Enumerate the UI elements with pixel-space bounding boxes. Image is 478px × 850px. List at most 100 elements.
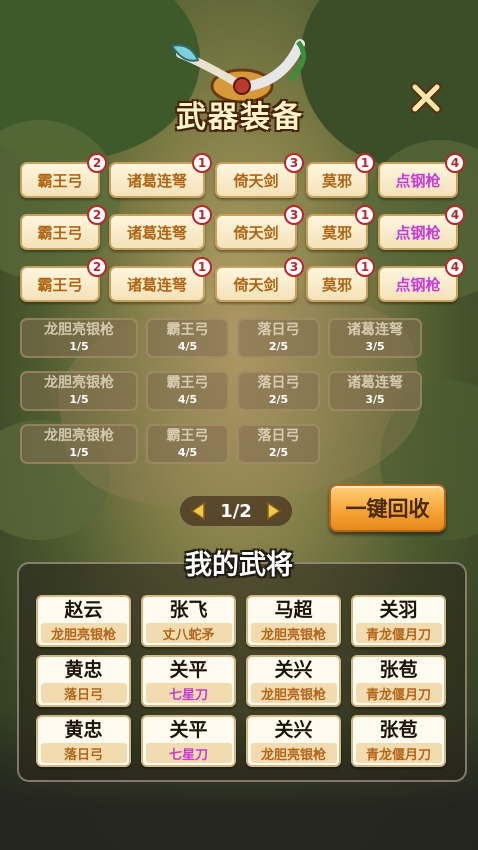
general-card[interactable]: 赵云 龙胆亮银枪 bbox=[36, 595, 131, 647]
equipped-weapon-slot[interactable]: 霸王弓 2 bbox=[20, 257, 107, 302]
inventory-weapon-item[interactable]: 霸王弓 4/5 bbox=[146, 318, 229, 358]
general-name: 张苞 bbox=[379, 659, 418, 681]
inventory-weapon-count: 4/5 bbox=[177, 339, 198, 353]
inventory-weapon-count: 1/5 bbox=[69, 339, 89, 353]
page-indicator: 1/2 bbox=[220, 500, 252, 522]
equipped-weapon-slot[interactable]: 莫邪 1 bbox=[306, 205, 375, 250]
equipped-weapon-slot[interactable]: 点钢枪 4 bbox=[378, 257, 465, 302]
inventory-weapon-item[interactable]: 诸葛连弩 3/5 bbox=[328, 371, 422, 411]
inventory-weapon-name: 龙胆亮银枪 bbox=[44, 428, 114, 445]
general-card[interactable]: 黄忠 落日弓 bbox=[36, 655, 131, 707]
weapon-level-badge: 4 bbox=[445, 205, 465, 225]
weapon-level-badge: 2 bbox=[87, 205, 107, 225]
general-weapon: 青龙偃月刀 bbox=[355, 623, 442, 643]
inventory-weapon-item[interactable]: 龙胆亮银枪 1/5 bbox=[20, 371, 138, 411]
weapon-level-badge: 1 bbox=[192, 153, 212, 173]
close-button[interactable] bbox=[404, 76, 448, 120]
weapon-name: 莫邪 bbox=[321, 275, 352, 294]
equipped-weapon-slot[interactable]: 倚天剑 3 bbox=[215, 153, 304, 198]
equipped-weapon-slot[interactable]: 莫邪 1 bbox=[306, 257, 375, 302]
inventory-weapon-count: 4/5 bbox=[177, 392, 198, 406]
general-weapon: 龙胆亮银枪 bbox=[250, 623, 337, 643]
equipped-weapon-slot[interactable]: 诸葛连弩 1 bbox=[109, 257, 212, 302]
general-weapon: 龙胆亮银枪 bbox=[250, 683, 337, 703]
weapon-name: 霸王弓 bbox=[37, 223, 83, 242]
general-name: 马超 bbox=[274, 599, 313, 621]
inventory-weapon-item[interactable]: 落日弓 2/5 bbox=[237, 318, 320, 358]
general-card[interactable]: 关羽 青龙偃月刀 bbox=[351, 595, 446, 647]
general-card[interactable]: 关平 七星刀 bbox=[141, 715, 236, 767]
weapon-level-badge: 2 bbox=[87, 153, 107, 173]
inventory-weapon-item[interactable]: 霸王弓 4/5 bbox=[146, 424, 229, 464]
weapon-name: 倚天剑 bbox=[233, 275, 279, 294]
general-card[interactable]: 张飞 丈八蛇矛 bbox=[141, 595, 236, 647]
prev-page-arrow-icon[interactable] bbox=[188, 500, 210, 522]
general-name: 关平 bbox=[169, 719, 208, 741]
equipped-weapon-slot[interactable]: 点钢枪 4 bbox=[378, 205, 465, 250]
general-weapon: 落日弓 bbox=[40, 743, 127, 763]
weapon-level-badge: 3 bbox=[284, 153, 304, 173]
inventory-weapon-name: 龙胆亮银枪 bbox=[44, 322, 114, 339]
general-name: 赵云 bbox=[64, 599, 103, 621]
weapon-name: 霸王弓 bbox=[37, 275, 83, 294]
inventory-weapon-item[interactable]: 诸葛连弩 3/5 bbox=[328, 318, 422, 358]
next-page-arrow-icon[interactable] bbox=[262, 500, 284, 522]
general-weapon: 青龙偃月刀 bbox=[355, 743, 442, 763]
general-name: 关平 bbox=[169, 659, 208, 681]
general-card[interactable]: 关兴 龙胆亮银枪 bbox=[246, 715, 341, 767]
inventory-weapon-name: 落日弓 bbox=[257, 322, 300, 339]
general-card[interactable]: 黄忠 落日弓 bbox=[36, 715, 131, 767]
general-card[interactable]: 张苞 青龙偃月刀 bbox=[351, 655, 446, 707]
general-name: 张飞 bbox=[169, 599, 208, 621]
equipped-weapon-slot[interactable]: 霸王弓 2 bbox=[20, 205, 107, 250]
equipped-weapon-slot[interactable]: 诸葛连弩 1 bbox=[109, 153, 212, 198]
weapon-name: 诸葛连弩 bbox=[126, 275, 187, 294]
inventory-weapon-item[interactable]: 霸王弓 4/5 bbox=[146, 371, 229, 411]
inventory-weapon-name: 诸葛连弩 bbox=[347, 375, 403, 392]
general-name: 关兴 bbox=[274, 659, 313, 681]
equipped-weapon-slot[interactable]: 倚天剑 3 bbox=[215, 205, 304, 250]
weapon-name: 倚天剑 bbox=[233, 223, 279, 242]
inventory-weapon-name: 诸葛连弩 bbox=[347, 322, 403, 339]
weapon-level-badge: 4 bbox=[445, 257, 465, 277]
generals-title: 我的武将 bbox=[185, 550, 293, 581]
general-weapon: 七星刀 bbox=[145, 743, 232, 763]
inventory-weapon-name: 落日弓 bbox=[257, 375, 300, 392]
page-title: 武器装备 bbox=[176, 100, 304, 135]
general-card[interactable]: 关兴 龙胆亮银枪 bbox=[246, 655, 341, 707]
general-card[interactable]: 关平 七星刀 bbox=[141, 655, 236, 707]
inventory-weapon-item[interactable]: 落日弓 2/5 bbox=[237, 371, 320, 411]
general-weapon: 丈八蛇矛 bbox=[145, 623, 232, 643]
inventory-weapon-item[interactable]: 落日弓 2/5 bbox=[237, 424, 320, 464]
general-weapon: 落日弓 bbox=[40, 683, 127, 703]
general-name: 张苞 bbox=[379, 719, 418, 741]
general-weapon: 龙胆亮银枪 bbox=[40, 623, 127, 643]
equipped-weapon-slot[interactable]: 点钢枪 4 bbox=[378, 153, 465, 198]
inventory-weapon-count: 2/5 bbox=[268, 339, 289, 353]
equipped-weapon-slot[interactable]: 诸葛连弩 1 bbox=[109, 205, 212, 250]
general-card[interactable]: 马超 龙胆亮银枪 bbox=[246, 595, 341, 647]
general-name: 黄忠 bbox=[64, 659, 103, 681]
weapon-level-badge: 1 bbox=[355, 153, 375, 173]
weapon-level-badge: 1 bbox=[355, 257, 375, 277]
equipped-weapon-slot[interactable]: 倚天剑 3 bbox=[215, 257, 304, 302]
weapon-level-badge: 2 bbox=[87, 257, 107, 277]
inventory-weapon-item[interactable]: 龙胆亮银枪 1/5 bbox=[20, 424, 138, 464]
weapon-name: 霸王弓 bbox=[37, 171, 83, 190]
weapon-name: 莫邪 bbox=[321, 171, 352, 190]
weapon-name: 诸葛连弩 bbox=[126, 171, 187, 190]
general-weapon: 龙胆亮银枪 bbox=[250, 743, 337, 763]
weapon-level-badge: 1 bbox=[192, 257, 212, 277]
inventory-weapon-count: 1/5 bbox=[69, 392, 89, 406]
equipped-weapon-slot[interactable]: 莫邪 1 bbox=[306, 153, 375, 198]
title-area: 武器装备 bbox=[150, 34, 330, 135]
inventory-weapon-count: 3/5 bbox=[365, 392, 385, 406]
equipped-weapon-slot[interactable]: 霸王弓 2 bbox=[20, 153, 107, 198]
inventory-weapon-item[interactable]: 龙胆亮银枪 1/5 bbox=[20, 318, 138, 358]
recycle-all-button[interactable]: 一键回收 bbox=[329, 484, 446, 532]
weapon-name: 莫邪 bbox=[321, 223, 352, 242]
general-name: 黄忠 bbox=[64, 719, 103, 741]
inventory-weapon-count: 1/5 bbox=[69, 445, 89, 459]
general-card[interactable]: 张苞 青龙偃月刀 bbox=[351, 715, 446, 767]
inventory-weapon-name: 霸王弓 bbox=[166, 322, 209, 339]
